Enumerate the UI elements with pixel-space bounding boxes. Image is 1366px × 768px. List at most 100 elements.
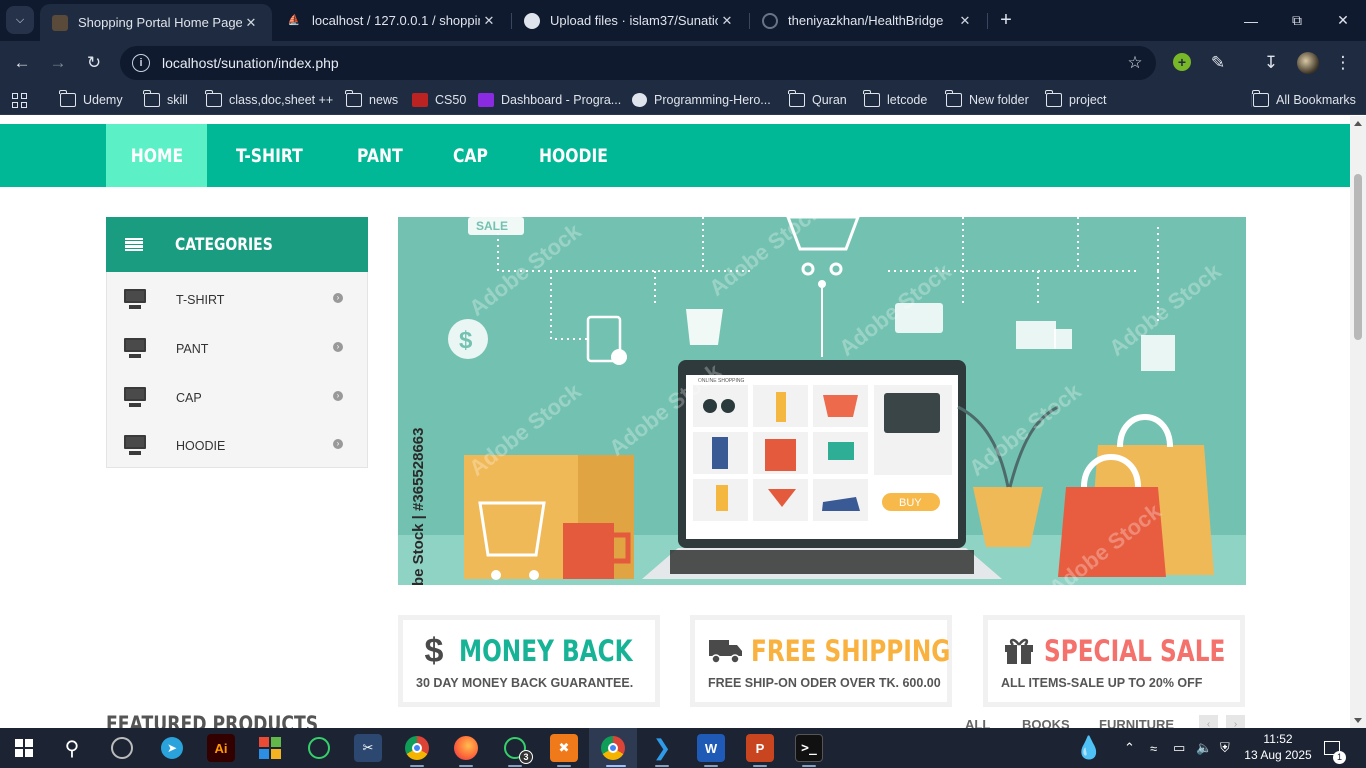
nav-pant[interactable]: PANT (357, 124, 403, 187)
close-tab-icon[interactable]: ✕ (956, 13, 974, 29)
water-drop-icon[interactable]: 💧 (1075, 728, 1102, 768)
arrow-right-icon: › (333, 391, 343, 401)
restore-button[interactable]: ⧉ (1274, 0, 1320, 41)
bookmark-project[interactable]: project (1045, 90, 1107, 109)
notification-icon[interactable]: 1 (1324, 728, 1346, 768)
bookmark-label: class,doc,sheet ++ (229, 93, 334, 107)
dollar-icon: $ (424, 631, 444, 670)
xampp-icon[interactable]: ✖ (550, 734, 578, 762)
filter-books[interactable]: BOOKS (1022, 717, 1070, 728)
url-text[interactable]: localhost/sunation/index.php (162, 55, 1120, 71)
chrome-icon[interactable] (403, 734, 431, 762)
powerpoint-icon[interactable]: P (746, 734, 774, 762)
profile-avatar[interactable] (1297, 52, 1319, 74)
speaker-icon[interactable]: 🔈 (1196, 728, 1212, 768)
bookmark-star-icon[interactable]: ☆ (1120, 53, 1150, 73)
next-arrow-button[interactable]: › (1226, 715, 1245, 728)
system-clock[interactable]: 11:52 13 Aug 2025 (1242, 731, 1314, 763)
filter-all[interactable]: ALL (965, 717, 990, 728)
windows-start-icon[interactable] (10, 734, 38, 762)
tab-healthbridge[interactable]: theniyazkhan/HealthBridge ✕ (750, 0, 986, 41)
bookmark-udemy[interactable]: Udemy (59, 90, 123, 109)
feature-subtitle: 30 DAY MONEY BACK GUARANTEE. (416, 676, 634, 690)
chrome-active-icon[interactable] (599, 734, 627, 762)
tab-title: Shopping Portal Home Page (78, 15, 242, 30)
bookmark-news[interactable]: news (345, 90, 398, 109)
bookmark-letcode[interactable]: letcode (863, 90, 927, 109)
bookmark-label: Programming-Hero... (654, 93, 771, 107)
close-tab-icon[interactable]: ✕ (718, 13, 736, 29)
nav-tshirt[interactable]: T-SHIRT (236, 124, 303, 187)
close-tab-icon[interactable]: ✕ (480, 13, 498, 29)
all-bookmarks[interactable]: All Bookmarks (1252, 90, 1356, 109)
folder-icon (143, 90, 160, 107)
nav-home[interactable]: HOME (106, 124, 207, 187)
snipping-tool-icon[interactable]: ✂ (354, 734, 382, 762)
minimize-button[interactable]: — (1228, 0, 1274, 41)
tab-separator (987, 13, 988, 29)
category-item-tshirt[interactable]: T-SHIRT › (107, 275, 367, 323)
reload-button[interactable]: ↻ (81, 50, 107, 76)
monitor-icon (124, 387, 146, 407)
bookmark-programming-hero[interactable]: Programming-Hero... (632, 91, 771, 109)
category-item-pant[interactable]: PANT › (107, 324, 367, 372)
monitor-icon (124, 289, 146, 309)
extension-plus-icon[interactable]: + (1173, 53, 1191, 71)
scrollbar-thumb[interactable] (1354, 174, 1362, 340)
site-info-icon[interactable]: i (132, 54, 150, 72)
scroll-down-arrow-icon[interactable] (1354, 718, 1362, 723)
whatsapp-badge: 3 (519, 750, 533, 764)
whatsapp-business-icon[interactable]: 3 (501, 734, 533, 764)
bookmark-quran[interactable]: Quran (788, 90, 847, 109)
browser-tab-strip: ⌵ Shopping Portal Home Page ✕ ⛵ localhos… (0, 0, 1366, 41)
apps-grid-icon[interactable] (12, 91, 27, 109)
app-grid-icon[interactable] (256, 734, 284, 762)
shield-icon[interactable]: ⛨ (1220, 728, 1230, 768)
categories-sidebar: CATEGORIES T-SHIRT › PANT › CAP › HOODIE… (106, 217, 368, 468)
nav-cap[interactable]: CAP (453, 124, 488, 187)
bookmark-dashboard[interactable]: Dashboard - Progra... (478, 91, 621, 109)
close-window-button[interactable]: ✕ (1320, 0, 1366, 41)
tab-phpmyadmin[interactable]: ⛵ localhost / 127.0.0.1 / shopping ✕ (274, 0, 510, 41)
clock-date: 13 Aug 2025 (1244, 748, 1312, 762)
tab-search-button[interactable]: ⌵ (6, 6, 34, 34)
bookmark-new-folder[interactable]: New folder (945, 90, 1029, 109)
word-icon[interactable]: W (697, 734, 725, 762)
filter-furniture[interactable]: FURNITURE (1099, 717, 1174, 728)
search-icon[interactable]: ⚲ (58, 734, 86, 762)
sale-tag-label: SALE (476, 219, 508, 233)
extensions-puzzle-icon[interactable]: ✎ (1205, 50, 1231, 76)
firefox-icon[interactable] (452, 734, 480, 762)
category-item-cap[interactable]: CAP › (107, 373, 367, 421)
telegram-icon[interactable]: ➤ (158, 734, 186, 762)
bookmark-skill[interactable]: skill (143, 90, 188, 109)
hero-banner[interactable]: SALE $ ONLINE SHOPPING BUY Adobe Stock A… (398, 217, 1246, 585)
category-item-hoodie[interactable]: HOODIE › (107, 421, 367, 469)
close-tab-icon[interactable]: ✕ (242, 15, 260, 31)
illustrator-icon[interactable]: Ai (207, 734, 235, 762)
new-tab-button[interactable]: + (994, 8, 1018, 32)
download-icon[interactable]: ↧ (1258, 50, 1284, 76)
address-bar[interactable]: i localhost/sunation/index.php ☆ (120, 46, 1156, 80)
terminal-icon[interactable]: >_ (795, 734, 823, 762)
obs-icon[interactable] (108, 734, 136, 762)
chevron-up-icon[interactable]: ⌃ (1124, 728, 1135, 768)
tab-shopping-portal[interactable]: Shopping Portal Home Page ✕ (40, 4, 272, 41)
bookmark-label: New folder (969, 93, 1029, 107)
menu-kebab-icon[interactable]: ⋮ (1330, 50, 1356, 76)
wifi-icon[interactable]: ≈ (1150, 728, 1157, 768)
whatsapp-icon[interactable] (305, 734, 333, 762)
back-button[interactable]: ← (9, 50, 35, 76)
github-icon (524, 12, 540, 29)
bookmark-class-doc-sheet[interactable]: class,doc,sheet ++ (205, 90, 334, 109)
tab-github-upload[interactable]: Upload files · islam37/Sunation ✕ (512, 0, 748, 41)
nav-hoodie[interactable]: HOODIE (539, 124, 608, 187)
vscode-icon[interactable]: ❯ (648, 734, 676, 762)
scroll-up-arrow-icon[interactable] (1354, 121, 1362, 126)
battery-icon[interactable]: ▭ (1173, 728, 1185, 768)
prev-arrow-button[interactable]: ‹ (1199, 715, 1218, 728)
forward-button[interactable]: → (45, 50, 71, 76)
page-scrollbar[interactable] (1350, 116, 1366, 728)
tab-title: theniyazkhan/HealthBridge (788, 13, 944, 28)
bookmark-cs50[interactable]: CS50 (412, 91, 466, 109)
